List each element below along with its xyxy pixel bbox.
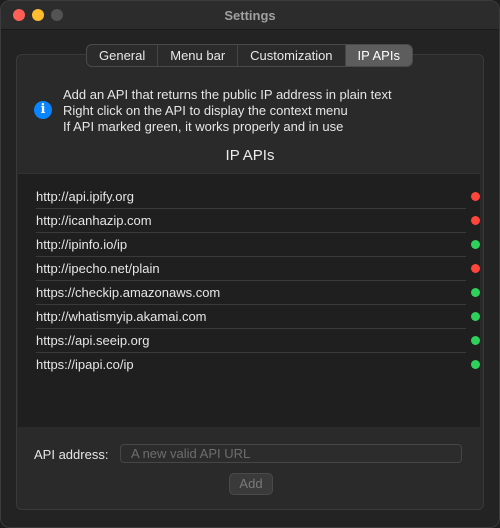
info-text: Add an API that returns the public IP ad… xyxy=(63,87,392,135)
api-address-input[interactable] xyxy=(120,444,462,463)
api-url: http://icanhazip.com xyxy=(36,213,152,228)
api-url: http://whatismyip.akamai.com xyxy=(36,309,207,324)
info-line: Right click on the API to display the co… xyxy=(63,103,348,118)
status-dot xyxy=(471,336,480,345)
api-row[interactable]: https://api.seeip.org xyxy=(36,328,480,353)
tab-bar: General Menu bar Customization IP APIs xyxy=(86,44,413,67)
api-url: http://ipecho.net/plain xyxy=(36,261,160,276)
api-row[interactable]: http://api.ipify.org xyxy=(36,184,480,209)
status-dot xyxy=(471,360,480,369)
tab-ip-apis[interactable]: IP APIs xyxy=(345,45,412,66)
api-url: https://checkip.amazonaws.com xyxy=(36,285,221,300)
api-row[interactable]: http://icanhazip.com xyxy=(36,208,480,233)
api-row[interactable]: http://ipinfo.io/ip xyxy=(36,232,480,257)
info-icon: i xyxy=(34,101,52,119)
status-dot xyxy=(471,288,480,297)
api-row[interactable]: https://ipapi.co/ip xyxy=(36,352,480,376)
api-row[interactable]: http://ipecho.net/plain xyxy=(36,256,480,281)
api-row[interactable]: https://checkip.amazonaws.com xyxy=(36,280,480,305)
tab-customization[interactable]: Customization xyxy=(238,45,346,66)
api-url: http://api.ipify.org xyxy=(36,189,135,204)
api-row[interactable]: http://whatismyip.akamai.com xyxy=(36,304,480,329)
status-dot xyxy=(471,240,480,249)
window-title: Settings xyxy=(224,8,276,23)
api-address-label: API address: xyxy=(34,447,109,462)
api-list[interactable]: http://api.ipify.org http://icanhazip.co… xyxy=(18,173,480,427)
api-url: https://api.seeip.org xyxy=(36,333,150,348)
info-line: If API marked green, it works properly a… xyxy=(63,119,344,134)
api-url: https://ipapi.co/ip xyxy=(36,357,134,372)
status-dot xyxy=(471,312,480,321)
tab-menu-bar[interactable]: Menu bar xyxy=(158,45,239,66)
status-dot xyxy=(471,216,480,225)
info-line: Add an API that returns the public IP ad… xyxy=(63,87,392,102)
add-button[interactable]: Add xyxy=(229,473,273,495)
status-dot xyxy=(471,264,480,273)
api-url: http://ipinfo.io/ip xyxy=(36,237,128,252)
tab-general[interactable]: General xyxy=(87,45,159,66)
status-dot xyxy=(471,192,480,201)
section-title: IP APIs xyxy=(225,147,275,164)
title-bar: Settings xyxy=(1,1,499,30)
